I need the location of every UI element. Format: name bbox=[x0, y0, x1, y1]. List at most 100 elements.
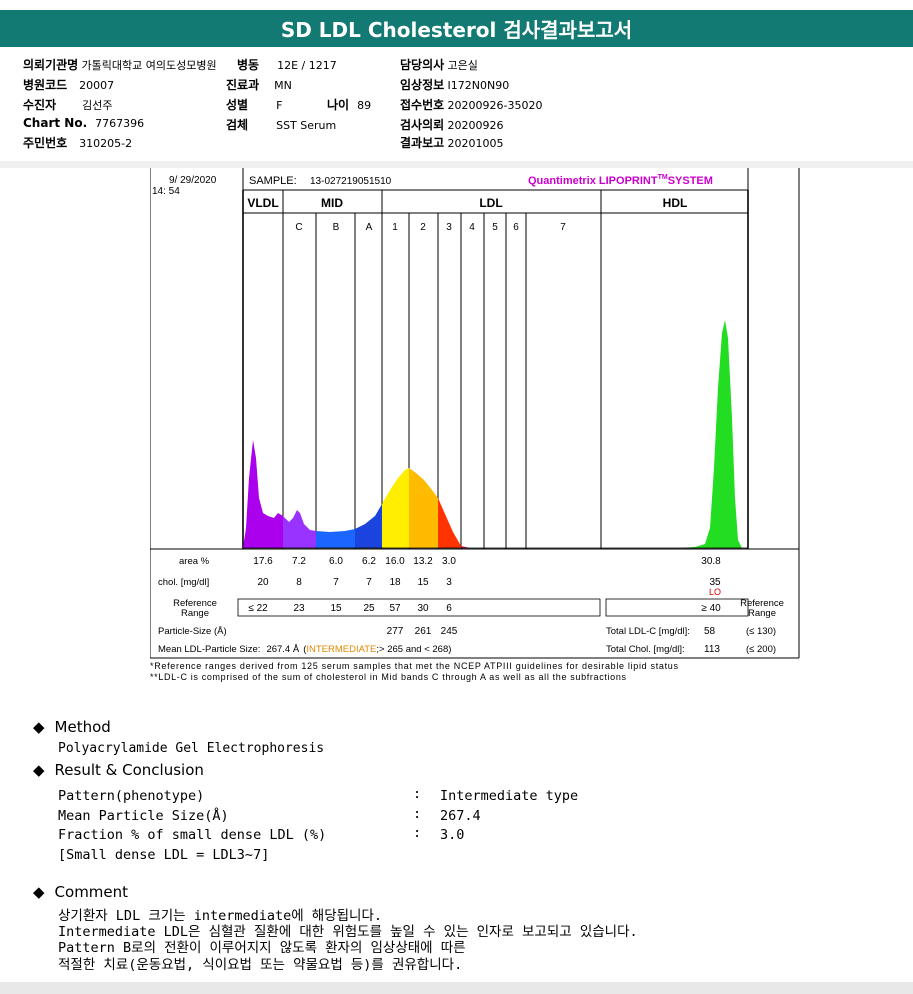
chol-ldl1: 18 bbox=[389, 577, 401, 588]
densitometry-peaks bbox=[243, 320, 748, 549]
hdl-lo-flag: LO bbox=[709, 587, 721, 597]
method-text: Polyacrylamide Gel Electrophoresis bbox=[58, 741, 325, 756]
footnote-2: **LDL-C is comprised of the sum of chole… bbox=[150, 672, 627, 682]
result-heading: ◆ Result & Conclusion bbox=[33, 761, 204, 779]
area-ldl2: 13.2 bbox=[413, 556, 433, 567]
section-vldl: VLDL bbox=[247, 196, 278, 210]
band-1: 1 bbox=[392, 222, 398, 233]
ref-c: 23 bbox=[293, 603, 305, 614]
row-area-label: area % bbox=[179, 556, 210, 567]
band-7: 7 bbox=[560, 222, 566, 233]
total-chol-value: 113 bbox=[704, 644, 720, 655]
chol-ldl2: 15 bbox=[417, 577, 429, 588]
ref-ldl1: 57 bbox=[389, 603, 401, 614]
section-divider bbox=[0, 161, 913, 168]
peak-hdl bbox=[678, 320, 742, 548]
peak-ldl3 bbox=[438, 498, 461, 548]
particle-ldl3: 245 bbox=[441, 626, 458, 637]
area-vldl: 17.6 bbox=[253, 556, 273, 567]
info-report-date: 결과보고 20201005 bbox=[400, 136, 504, 150]
footnote-1: *Reference ranges derived from 125 serum… bbox=[150, 661, 679, 671]
method-heading: ◆ Method bbox=[33, 718, 111, 736]
report-date: 9/ 29/2020 bbox=[169, 175, 217, 186]
lipoprint-report: 9/ 29/2020 14: 54 SAMPLE: 13-02721905151… bbox=[150, 168, 800, 682]
row-ref-label-2: Range bbox=[181, 608, 209, 619]
info-referrer: 의뢰기관명 가톨릭대학교 여의도성모병원 bbox=[23, 58, 217, 72]
comment-heading: ◆ Comment bbox=[33, 883, 129, 901]
info-chart-no: Chart No. 7767396 bbox=[23, 116, 145, 130]
peak-mid-c bbox=[283, 510, 316, 548]
peak-mid-a bbox=[355, 504, 382, 548]
section-hdl: HDL bbox=[663, 196, 688, 210]
area-b: 6.0 bbox=[329, 556, 343, 567]
area-ldl1: 16.0 bbox=[385, 556, 405, 567]
info-hospital-code: 병원코드 20007 bbox=[23, 78, 115, 92]
result-colon: : bbox=[413, 786, 422, 802]
area-ldl3: 3.0 bbox=[442, 556, 456, 567]
total-ldl-label: Total LDL-C [mg/dl]: bbox=[606, 626, 690, 637]
peak-ldl1 bbox=[382, 468, 409, 548]
mean-ldl-line: Mean LDL-Particle Size: 267.4 Å (INTERMEDI… bbox=[158, 644, 451, 655]
ref-vldl: ≤ 22 bbox=[248, 603, 268, 614]
result-value-pattern: Intermediate type bbox=[440, 788, 579, 804]
band-2: 2 bbox=[420, 222, 426, 233]
band-b: B bbox=[333, 222, 340, 233]
band-c: C bbox=[295, 222, 302, 233]
info-request-date: 검사의뢰 20200926 bbox=[400, 118, 504, 132]
ref-ldl2: 30 bbox=[417, 603, 429, 614]
band-5: 5 bbox=[492, 222, 498, 233]
chol-vldl: 20 bbox=[257, 577, 269, 588]
area-a: 6.2 bbox=[362, 556, 376, 567]
peak-mid-b bbox=[316, 529, 355, 548]
comment-line-4: 적절한 치료(운동요법, 식이요법 또는 약물요법 등)를 권유합니다. bbox=[58, 957, 463, 973]
particle-ldl1: 277 bbox=[387, 626, 404, 637]
chol-a: 7 bbox=[366, 577, 372, 588]
section-mid: MID bbox=[321, 196, 343, 210]
info-doctor: 담당의사 고은실 bbox=[400, 58, 478, 72]
brand-name: Quantimetrix LIPOPRINTTMSYSTEM bbox=[528, 174, 713, 187]
result-colon: : bbox=[413, 825, 422, 841]
info-clinical: 임상정보 I172N0N90 bbox=[400, 78, 510, 92]
band-4: 4 bbox=[469, 222, 475, 233]
ref-a: 25 bbox=[363, 603, 375, 614]
info-patient-name: 수진자 김선주 bbox=[23, 98, 113, 112]
total-ldl-value: 58 bbox=[704, 626, 716, 637]
result-label-pattern: Pattern(phenotype) bbox=[58, 788, 205, 804]
chol-b: 7 bbox=[333, 577, 339, 588]
ref-ldl3: 6 bbox=[446, 603, 452, 614]
diamond-icon: ◆ bbox=[33, 883, 45, 901]
ref-right-label-2: Range bbox=[748, 608, 776, 619]
info-resident-no: 주민번호 310205-2 bbox=[23, 136, 133, 150]
ref-hdl: ≥ 40 bbox=[701, 603, 721, 614]
total-ldl-ref: (≤ 130) bbox=[746, 626, 776, 637]
total-chol-label: Total Chol. [mg/dl]: bbox=[606, 644, 685, 655]
result-value-size: 267.4 bbox=[440, 808, 481, 824]
page-footer bbox=[0, 982, 913, 994]
page-title: SD LDL Cholesterol 검사결과보고서 bbox=[0, 10, 913, 47]
total-chol-ref: (≤ 200) bbox=[746, 644, 776, 655]
info-specimen: 검체 SST Serum bbox=[226, 118, 337, 132]
section-ldl: LDL bbox=[479, 196, 502, 210]
diamond-icon: ◆ bbox=[33, 761, 45, 779]
report-time: 14: 54 bbox=[152, 186, 180, 197]
band-a: A bbox=[366, 222, 373, 233]
report-page: SD LDL Cholesterol 검사결과보고서 의뢰기관명 가톨릭대학교 … bbox=[0, 0, 913, 982]
particle-ldl2: 261 bbox=[415, 626, 432, 637]
band-6: 6 bbox=[513, 222, 519, 233]
result-value-fraction: 3.0 bbox=[440, 827, 465, 843]
area-hdl: 30.8 bbox=[701, 556, 721, 567]
info-ward: 병동 12E / 1217 bbox=[237, 58, 337, 72]
result-label-size: Mean Particle Size(Å) bbox=[58, 808, 229, 824]
chol-c: 8 bbox=[296, 577, 302, 588]
area-c: 7.2 bbox=[292, 556, 306, 567]
diamond-icon: ◆ bbox=[33, 718, 45, 736]
result-colon: : bbox=[413, 806, 422, 822]
info-receipt-no: 접수번호 20200926-35020 bbox=[400, 98, 543, 112]
peak-vldl bbox=[243, 440, 283, 548]
info-age: 나이 89 bbox=[327, 98, 372, 112]
sample-label: SAMPLE: bbox=[249, 175, 297, 187]
band-3: 3 bbox=[446, 222, 452, 233]
particle-size-label: Particle-Size (Å) bbox=[158, 626, 227, 637]
peak-ldl2 bbox=[409, 468, 438, 548]
result-label-fraction: Fraction % of small dense LDL (%) bbox=[58, 827, 327, 843]
